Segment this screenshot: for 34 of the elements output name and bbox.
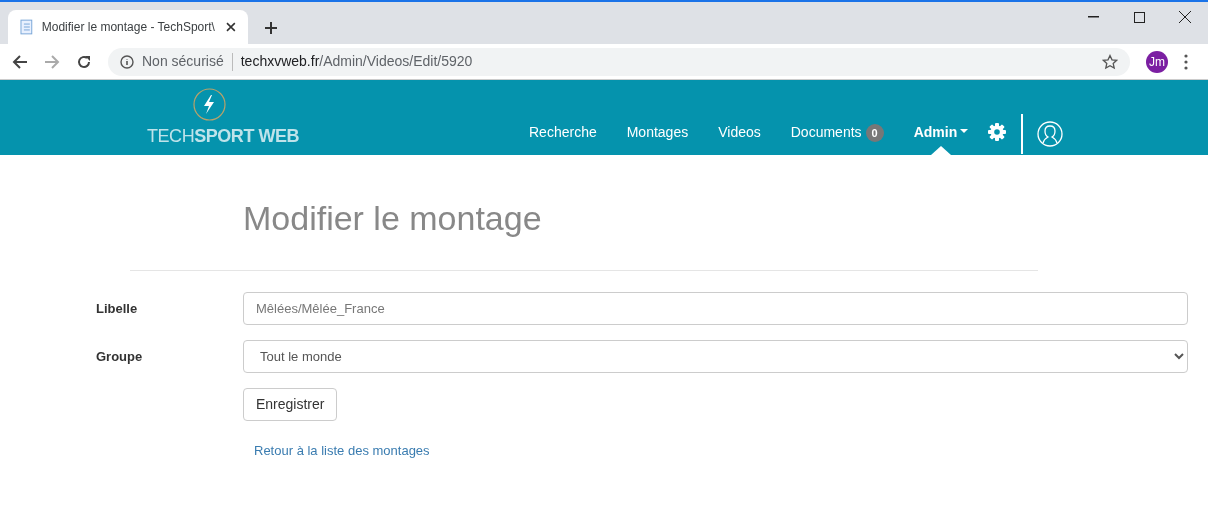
nav-link[interactable]: Documents 0	[775, 122, 899, 155]
nav-link[interactable]: Montages	[611, 122, 704, 155]
user-icon[interactable]	[1037, 121, 1063, 147]
logo-text[interactable]: TECHSPORT WEB	[147, 123, 300, 150]
address-bar[interactable]: Non sécurisé techxvweb.fr/Admin/Videos/Edit/5920	[108, 47, 1130, 76]
info-icon[interactable]	[120, 54, 134, 69]
page-title: Modifier le montage	[243, 198, 543, 239]
star-icon[interactable]	[1102, 53, 1118, 70]
back-link[interactable]: Retour à la liste des montages	[254, 443, 430, 458]
bolt-logo-icon[interactable]	[193, 88, 226, 121]
save-button[interactable]: Enregistrer	[243, 388, 338, 421]
document-icon	[20, 19, 34, 35]
tab-title: Modifier le montage - TechSport\	[41, 19, 216, 36]
count-badge: 0	[865, 124, 884, 142]
field-label: Libelle	[95, 299, 139, 318]
new-tab-icon[interactable]	[264, 21, 278, 35]
close-icon[interactable]	[1179, 11, 1191, 23]
field-label: Groupe	[95, 347, 144, 366]
profile-avatar[interactable]: Jm	[1146, 50, 1168, 73]
menu-icon[interactable]	[1184, 53, 1188, 70]
nav-link[interactable]: Videos	[703, 122, 776, 155]
security-label: Non sécurisé	[142, 52, 224, 71]
reload-icon[interactable]	[76, 53, 92, 70]
back-icon[interactable]	[12, 53, 28, 70]
maximize-icon[interactable]	[1133, 11, 1145, 23]
minimize-icon[interactable]	[1087, 16, 1099, 18]
close-icon[interactable]	[226, 22, 236, 32]
nav-link[interactable]: Admin	[898, 122, 984, 155]
browser-tab[interactable]: Modifier le montage - TechSport\	[8, 10, 248, 44]
settings-icon[interactable]	[987, 122, 1007, 142]
url-text: techxvweb.fr/Admin/Videos/Edit/5920	[240, 52, 473, 71]
text-field[interactable]: Mêlées/Mêlée_France	[243, 292, 1188, 325]
nav-link[interactable]: Recherche	[514, 122, 612, 155]
select-field[interactable]: Tout le monde	[243, 340, 1188, 373]
